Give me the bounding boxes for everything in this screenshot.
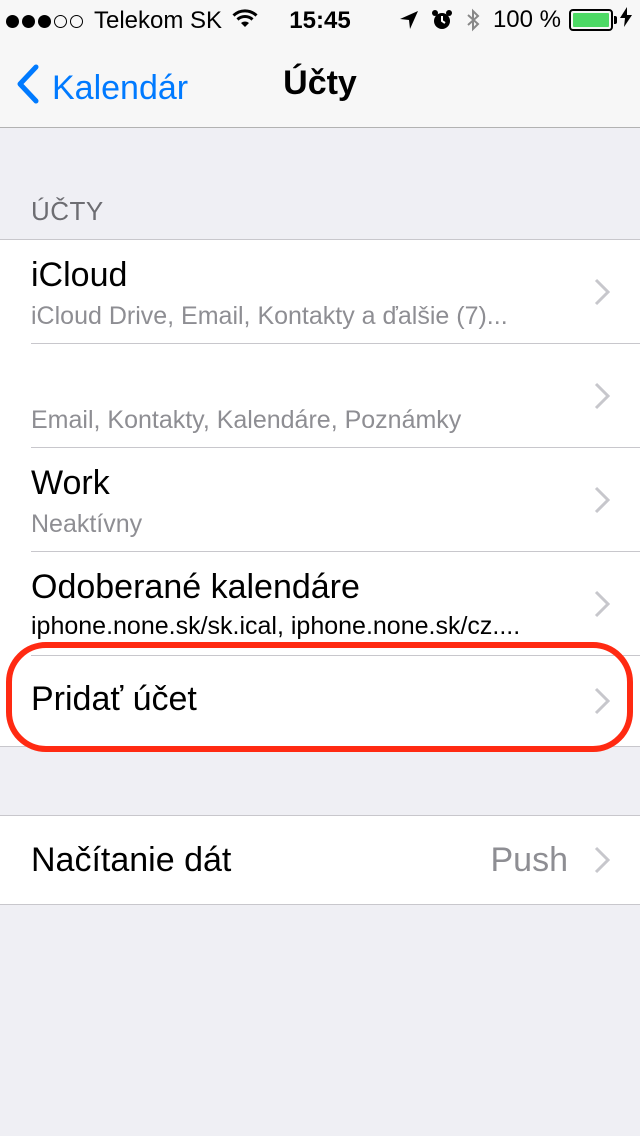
battery-icon — [569, 9, 617, 31]
account-subtitle: iCloud Drive, Email, Kontakty a ďalšie (… — [31, 302, 508, 330]
battery-body — [569, 9, 613, 31]
chevron-right-icon — [594, 590, 611, 623]
fetch-group: Načítanie dát Push — [0, 815, 640, 905]
chevron-right-icon — [594, 382, 611, 415]
add-account-label: Pridať účet — [31, 680, 197, 718]
account-subtitle: iphone.none.sk/sk.ical, iphone.none.sk/c… — [31, 612, 521, 640]
battery-fill — [573, 13, 609, 27]
account-title: iCloud — [31, 256, 128, 294]
account-subtitle: Email, Kontakty, Kalendáre, Poznámky — [31, 406, 462, 434]
fetch-data-value: Push — [490, 841, 569, 879]
account-row-unnamed[interactable]: Email, Kontakty, Kalendáre, Poznámky — [0, 344, 640, 448]
account-row-subscribed-calendars[interactable]: Odoberané kalendáre iphone.none.sk/sk.ic… — [0, 552, 640, 656]
chevron-right-icon — [594, 278, 611, 311]
battery-percent: 100 % — [492, 6, 561, 33]
account-title: Work — [31, 464, 110, 502]
add-account-row[interactable]: Pridať účet — [0, 656, 640, 746]
account-title: Odoberané kalendáre — [31, 568, 360, 606]
navigation-bar: Kalendár Účty — [0, 40, 640, 128]
status-bar: Telekom SK 15:45 100 % — [0, 0, 640, 40]
status-right: 100 % — [387, 6, 632, 34]
chevron-right-icon — [594, 846, 611, 879]
account-row-icloud[interactable]: iCloud iCloud Drive, Email, Kontakty a ď… — [0, 240, 640, 344]
screen: Telekom SK 15:45 100 % Kalendár Účty ÚČT… — [0, 0, 640, 1136]
battery-tip — [614, 16, 617, 24]
fetch-data-label: Načítanie dát — [31, 841, 232, 879]
location-arrow-icon — [399, 10, 419, 30]
section-header-accounts: ÚČTY — [31, 196, 104, 226]
account-subtitle: Neaktívny — [31, 510, 143, 538]
account-row-work[interactable]: Work Neaktívny — [0, 448, 640, 552]
accounts-group: iCloud iCloud Drive, Email, Kontakty a ď… — [0, 239, 640, 747]
page-title: Účty — [283, 64, 357, 102]
chevron-right-icon — [594, 486, 611, 519]
alarm-clock-icon — [431, 9, 453, 31]
fetch-data-row[interactable]: Načítanie dát Push — [0, 816, 640, 904]
bluetooth-icon — [465, 8, 481, 32]
charging-bolt-icon — [620, 6, 632, 34]
chevron-right-icon — [594, 687, 611, 720]
